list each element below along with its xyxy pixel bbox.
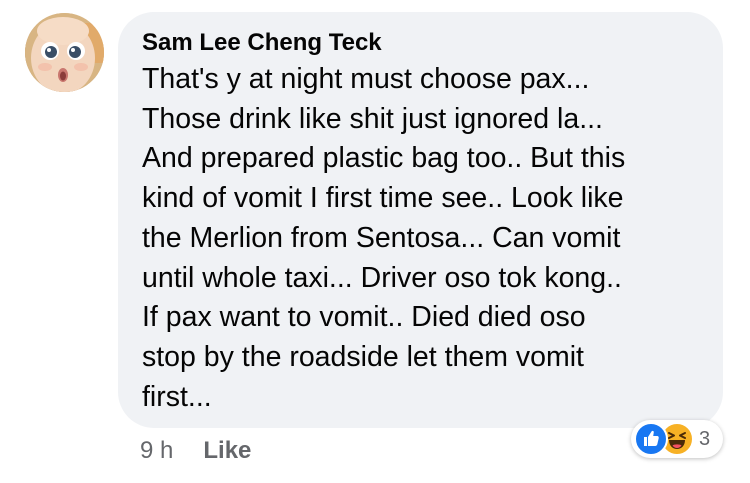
comment-line: until whole taxi... Driver oso tok kong.… (142, 261, 622, 294)
comment-timestamp[interactable]: 9 h (140, 437, 173, 465)
like-icon (634, 422, 668, 456)
comment-text: That's y at night must choose pax... Tho… (142, 60, 699, 417)
comment-line: first... (142, 380, 212, 413)
comment-line: the Merlion from Sentosa... Can vomit (142, 221, 621, 254)
reaction-count: 3 (699, 427, 711, 450)
comment-line: Those drink like shit just ignored la... (142, 102, 603, 135)
comment-line: That's y at night must choose pax... (142, 63, 590, 95)
reactions-summary[interactable]: 3 (631, 420, 723, 458)
comment-line: If pax want to vomit.. Died died oso (142, 301, 586, 334)
like-button[interactable]: Like (203, 437, 251, 465)
comment-bubble: Sam Lee Cheng Teck That's y at night mus… (118, 12, 723, 428)
comment-actions: 9 h Like (140, 434, 251, 468)
comment-author[interactable]: Sam Lee Cheng Teck (142, 28, 699, 58)
avatar[interactable] (25, 13, 104, 92)
comment-line: And prepared plastic bag too.. But this (142, 142, 626, 175)
comment-line: kind of vomit I first time see.. Look li… (142, 182, 624, 215)
comment-line: stop by the roadside let them vomit (142, 340, 584, 373)
